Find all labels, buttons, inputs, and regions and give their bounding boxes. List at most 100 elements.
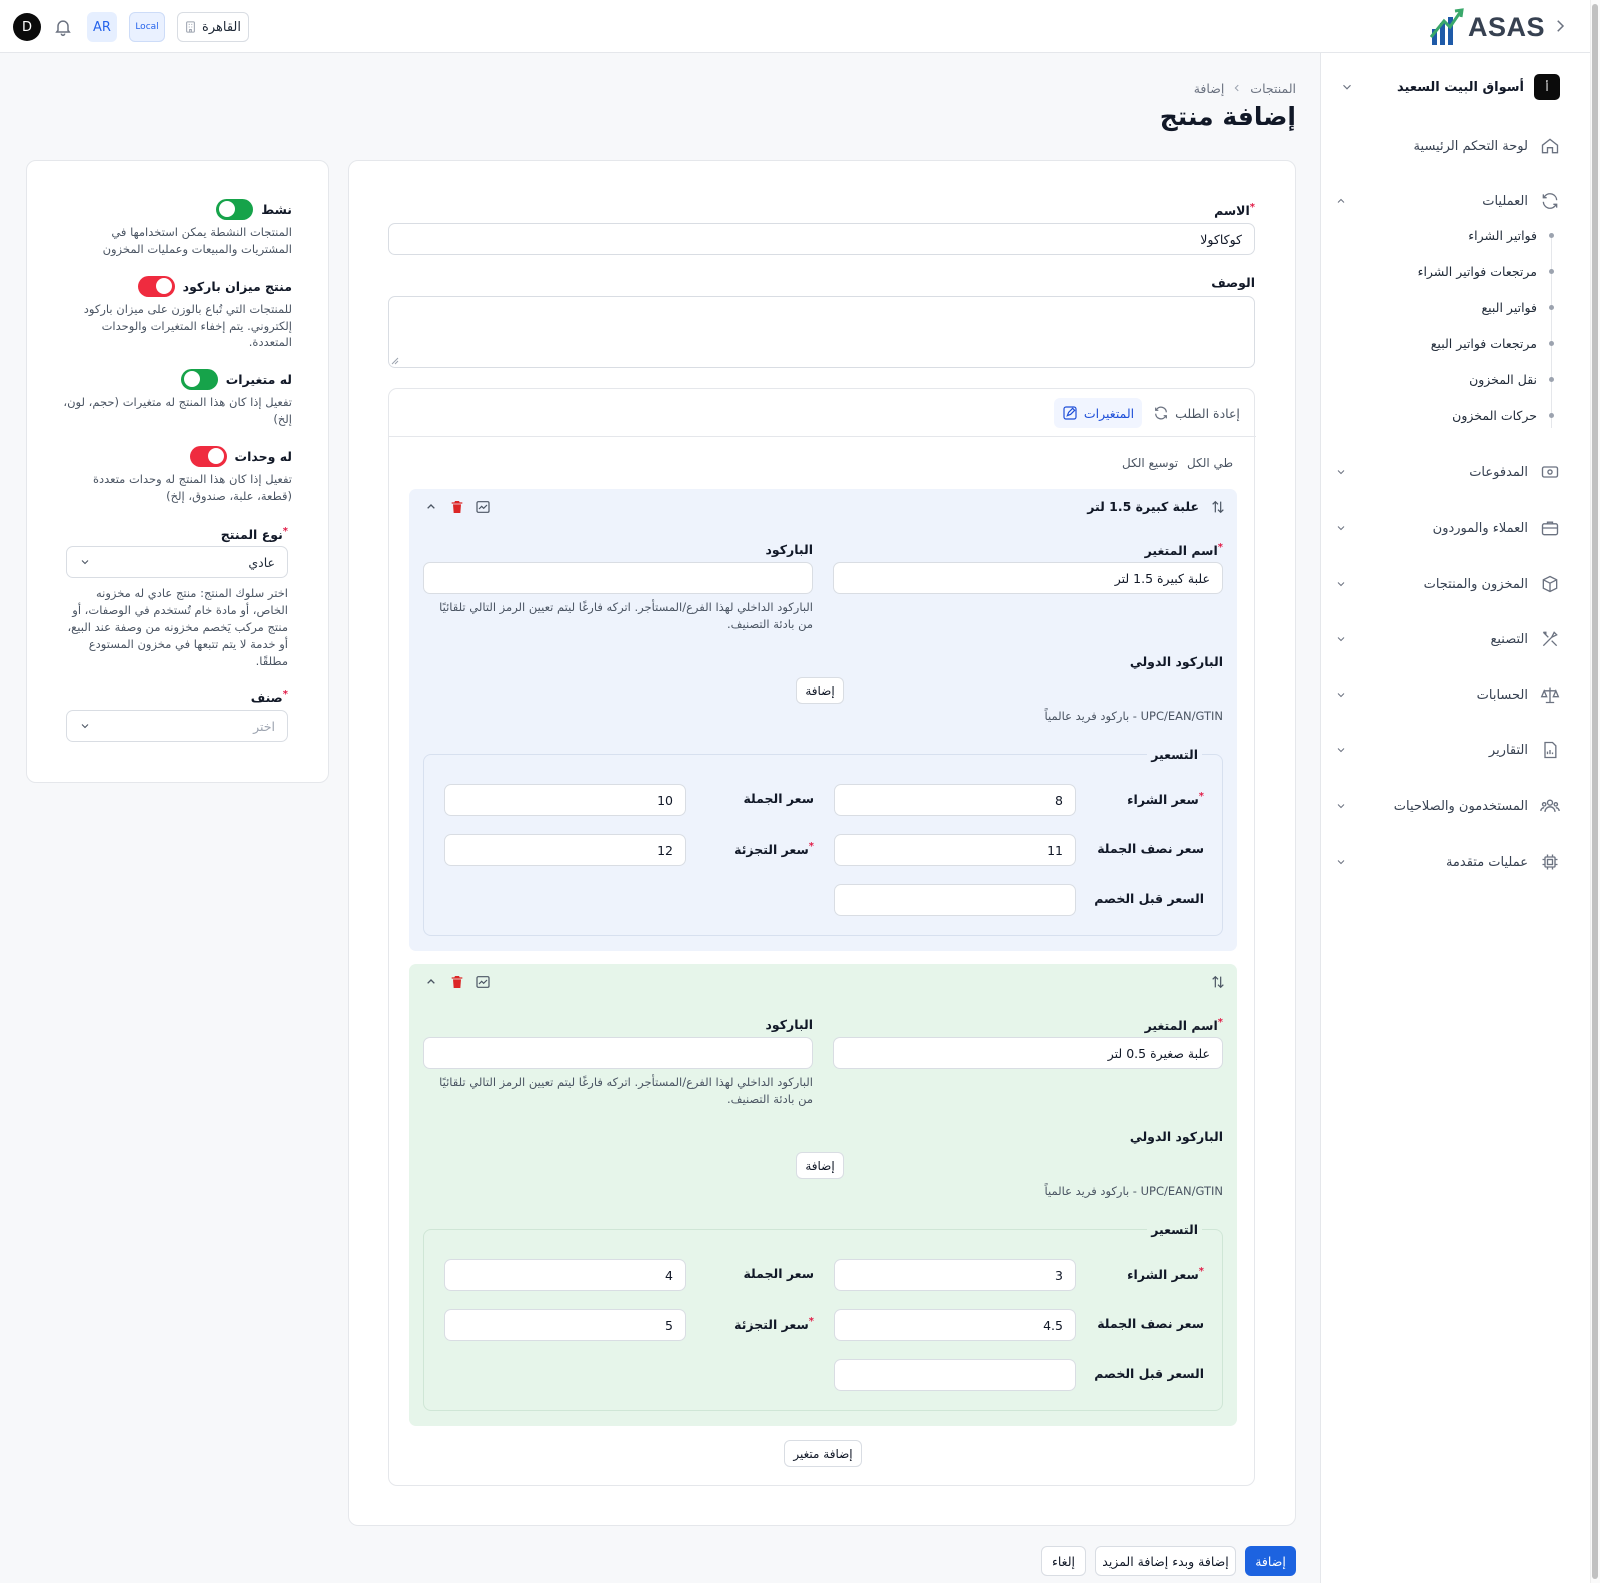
has-variants-toggle[interactable]	[180, 368, 218, 390]
product-type-select[interactable]: عادي	[66, 546, 288, 578]
name-input[interactable]: كوكاكولا	[388, 223, 1255, 255]
intl-barcode-label: الباركود الدولي	[1129, 654, 1223, 669]
purchase-price-input[interactable]: 3	[834, 1259, 1076, 1291]
variant-name-input[interactable]: علبة كبيرة 1.5 لتر	[833, 562, 1223, 594]
tab-variants[interactable]: المتغيرات	[1054, 398, 1142, 428]
refresh-icon	[1540, 191, 1560, 211]
description-label: الوصف	[1211, 275, 1255, 290]
has-units-label: له وحدات	[234, 448, 292, 464]
pre-discount-price-input[interactable]	[834, 1359, 1076, 1391]
add-intl-barcode-button[interactable]: إضافة	[796, 677, 844, 704]
chart-icon[interactable]	[475, 974, 491, 990]
chevron-up-icon[interactable]	[423, 499, 439, 515]
purchase-price-label: *سعر الشراء	[1127, 791, 1204, 808]
sort-arrows-icon[interactable]	[1210, 974, 1226, 990]
chevron-left-icon	[1232, 83, 1242, 93]
cancel-button[interactable]: إلغاء	[1041, 1546, 1086, 1576]
chevron-up-icon[interactable]	[423, 974, 439, 990]
chip-icon	[1540, 852, 1560, 872]
barcode-input[interactable]	[423, 1037, 813, 1069]
purchase-price-input[interactable]: 8	[834, 784, 1076, 816]
tab-label: إعادة الطلب	[1175, 405, 1240, 421]
has-units-toggle[interactable]	[189, 445, 227, 467]
wholesale-price-input[interactable]: 10	[444, 784, 686, 816]
sidebar-item-payments[interactable]: المدفوعات	[1335, 457, 1560, 487]
top-bar: D AR Local القاهرة ASAS	[0, 0, 1590, 53]
scale-setting: منتج ميزان باركود للمنتجات التي تُباع با…	[60, 275, 292, 351]
retail-price-label: *سعر التجزئة	[734, 1316, 814, 1333]
retail-price-input[interactable]: 12	[444, 834, 686, 866]
submit-button[interactable]: إضافة	[1245, 1546, 1296, 1576]
scale-description: للمنتجات التي تُباع بالوزن على ميزان بار…	[83, 302, 292, 349]
language-button[interactable]: AR	[87, 12, 117, 42]
sidebar-subitem-stock-movements[interactable]: حركات المخزون	[1394, 403, 1554, 427]
name-label: *الاسم	[1214, 202, 1255, 219]
sidebar-subitem-sales-invoices[interactable]: فواتير البيع	[1394, 295, 1554, 319]
environment-badge[interactable]: Local	[129, 12, 165, 42]
purchase-price-label: *سعر الشراء	[1127, 1266, 1204, 1283]
expand-all-button[interactable]: توسيع الكل	[1122, 456, 1178, 470]
company-name: أسواق البيت السعيد	[1397, 79, 1524, 95]
submit-and-add-more-button[interactable]: إضافة وبدء إضافة المزيد	[1095, 1546, 1236, 1576]
wholesale-price-input[interactable]: 4	[444, 1259, 686, 1291]
barcode-input[interactable]	[423, 562, 813, 594]
half-wholesale-price-input[interactable]: 11	[834, 834, 1076, 866]
sidebar-item-reports[interactable]: التقارير	[1335, 735, 1560, 765]
page-scrollbar-thumb[interactable]	[1592, 4, 1598, 1579]
description-textarea[interactable]	[388, 296, 1255, 368]
retail-price-input[interactable]: 5	[444, 1309, 686, 1341]
intl-barcode-label: الباركود الدولي	[1129, 1129, 1223, 1144]
breadcrumb: المنتجات إضافة	[1100, 78, 1296, 98]
tab-reorder[interactable]: إعادة الطلب	[1149, 398, 1244, 428]
sidebar-item-label: التصنيع	[1490, 631, 1528, 647]
sidebar-item-accounts[interactable]: الحسابات	[1335, 680, 1560, 710]
half-wholesale-price-input[interactable]: 4.5	[834, 1309, 1076, 1341]
company-switcher[interactable]: أ أسواق البيت السعيد	[1330, 69, 1560, 105]
bullet	[1549, 304, 1554, 310]
chart-icon[interactable]	[475, 499, 491, 515]
chevron-down-icon	[1335, 466, 1347, 478]
active-toggle[interactable]	[216, 198, 254, 220]
add-intl-barcode-button[interactable]: إضافة	[796, 1152, 844, 1179]
pricing-box: التسعير *سعر الشراء 8 سعر الجملة 10 سعر …	[423, 747, 1223, 936]
subitem-label: مرتجعات فواتير البيع	[1430, 335, 1537, 351]
scale-toggle[interactable]	[137, 275, 175, 297]
sidebar-item-dashboard[interactable]: لوحة التحكم الرئيسية	[1335, 131, 1560, 161]
sidebar-item-label: العملاء والموردون	[1432, 520, 1528, 536]
variant-name-input[interactable]: علبة صغيرة 0.5 لتر	[833, 1037, 1223, 1069]
user-avatar[interactable]: D	[13, 13, 41, 41]
branch-selector[interactable]: القاهرة	[177, 12, 249, 42]
sidebar-subitem-purchase-returns[interactable]: مرتجعات فواتير الشراء	[1394, 259, 1554, 283]
sidebar-subitem-sales-returns[interactable]: مرتجعات فواتير البيع	[1394, 331, 1554, 355]
active-label: نشط	[261, 201, 292, 217]
chevron-right-icon[interactable]	[1551, 17, 1569, 35]
sidebar-item-manufacturing[interactable]: التصنيع	[1335, 624, 1560, 654]
sidebar: أ أسواق البيت السعيد لوحة التحكم الرئيسي…	[1320, 53, 1590, 1583]
pre-discount-price-input[interactable]	[834, 884, 1076, 916]
sidebar-item-inventory-products[interactable]: المخزون والمنتجات	[1335, 569, 1560, 599]
sidebar-subitem-purchase-invoices[interactable]: فواتير الشراء	[1394, 223, 1554, 247]
sidebar-item-users-permissions[interactable]: المستخدمون والصلاحيات	[1335, 791, 1560, 821]
bullet	[1549, 412, 1554, 418]
bell-icon[interactable]	[53, 16, 73, 38]
sidebar-item-customers-suppliers[interactable]: العملاء والموردون	[1335, 513, 1560, 543]
sidebar-item-advanced-operations[interactable]: عمليات متقدمة	[1335, 847, 1560, 877]
subitem-label: نقل المخزون	[1469, 371, 1537, 387]
collapse-all-button[interactable]: طي الكل	[1187, 456, 1233, 470]
category-select[interactable]: اختر	[66, 710, 288, 742]
add-variant-button[interactable]: إضافة متغير	[784, 1440, 862, 1467]
trash-icon[interactable]	[449, 974, 465, 990]
trash-icon[interactable]	[449, 499, 465, 515]
breadcrumb-products[interactable]: المنتجات	[1250, 81, 1296, 96]
resize-handle-icon[interactable]	[391, 357, 399, 365]
sidebar-item-operations[interactable]: العمليات	[1335, 186, 1560, 216]
variant-title: علبة كبيرة 1.5 لتر	[1087, 499, 1199, 514]
sidebar-subitem-stock-transfer[interactable]: نقل المخزون	[1394, 367, 1554, 391]
sidebar-item-label: الحسابات	[1476, 687, 1528, 703]
barcode-hint: الباركود الداخلي لهذا الفرع/المستأجر. ات…	[439, 1075, 813, 1106]
wholesale-price-label: سعر الجملة	[743, 791, 814, 806]
barcode-label: الباركود	[765, 1017, 814, 1032]
subitem-label: حركات المخزون	[1452, 407, 1537, 423]
chevron-down-icon	[1335, 744, 1347, 756]
sort-arrows-icon[interactable]	[1210, 499, 1226, 515]
